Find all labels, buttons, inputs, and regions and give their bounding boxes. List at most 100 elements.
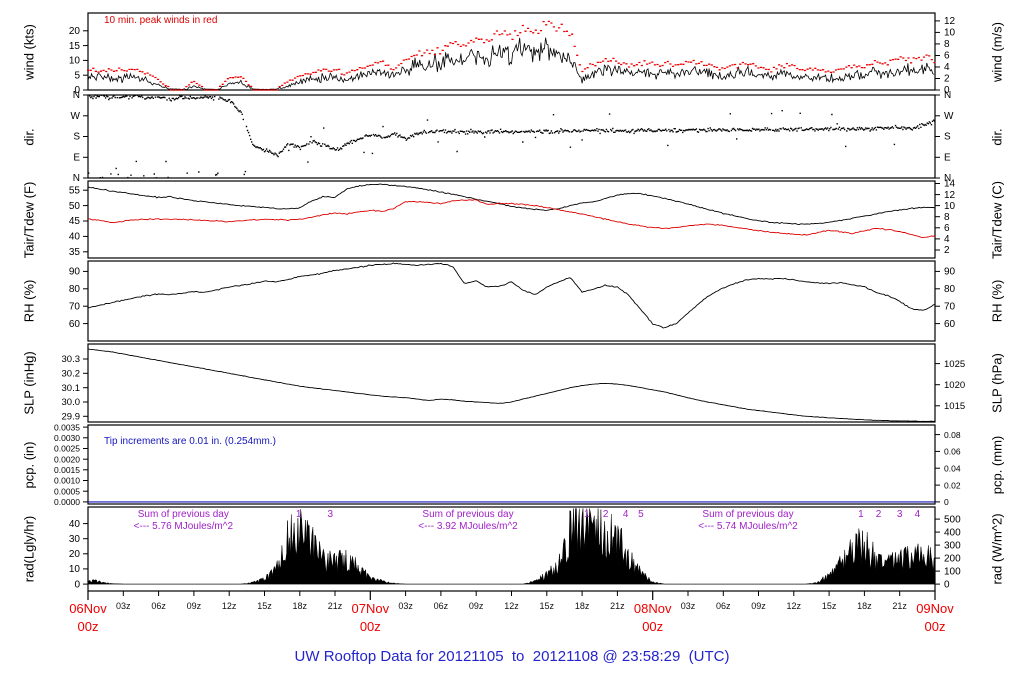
x-hour-label: 06z [433, 601, 449, 611]
tick-label-left-wind: 10 [69, 56, 81, 67]
tick-label-left-pcp: 0.0025 [54, 444, 80, 454]
axis-title-right-dir: dir. [989, 127, 1005, 146]
wind-peak-dots [87, 20, 936, 91]
panel-frame-slp [87, 343, 936, 423]
axis-title-left-rh: RH (%) [21, 279, 37, 323]
tick-label-left-slp: 30.2 [62, 369, 81, 380]
x-hour-label: 21z [610, 601, 625, 611]
tick-label-right-pcp: 0.08 [944, 430, 961, 440]
tick-label-right-temp: 12 [944, 190, 956, 201]
x-hour-label: 21z [892, 601, 907, 611]
tick-label-right-dir: S [944, 132, 951, 143]
chart-canvas: 05101520024681012NESWNNESWN3540455055246… [54, 12, 965, 600]
rad-marker: 3 [896, 509, 903, 520]
x-hour-label: 12z [504, 601, 519, 611]
tick-label-left-rh: 60 [69, 319, 81, 330]
x-day-sublabel: 00z [77, 619, 99, 634]
tick-label-left-temp: 45 [69, 216, 81, 227]
x-day-sublabel: 00z [642, 619, 664, 634]
axis-title-left-temp: Tair/Tdew (F) [21, 181, 37, 258]
tick-label-right-temp: 6 [944, 223, 950, 234]
axis-title-right-temp: Tair/Tdew (C) [989, 180, 1005, 259]
rad-sum-line1: Sum of previous day [702, 509, 794, 520]
x-hour-label: 21z [327, 601, 343, 611]
rad-marker: 1 [295, 509, 302, 520]
axis-title-left-slp: SLP (inHg) [21, 351, 37, 415]
tick-label-left-wind: 5 [74, 70, 80, 81]
tick-label-left-pcp: 0.0020 [54, 454, 80, 464]
tick-label-left-pcp: 0.0005 [54, 486, 80, 496]
tick-label-right-rad: 500 [944, 514, 961, 525]
tick-label-left-slp: 30.3 [62, 354, 81, 365]
x-hour-label: 03z [116, 601, 131, 611]
tick-label-right-pcp: 0.04 [944, 463, 961, 473]
tick-label-left-slp: 29.9 [62, 412, 81, 423]
tick-label-left-rad: 30 [69, 534, 81, 545]
rad-marker: 4 [914, 509, 921, 520]
x-hour-label: 18z [857, 601, 872, 611]
tick-label-left-rad: 10 [69, 564, 81, 575]
tick-label-right-rh: 90 [944, 267, 956, 278]
tick-label-left-wind: 20 [69, 26, 81, 37]
x-hour-label: 18z [292, 601, 308, 611]
tick-label-right-dir: E [944, 153, 951, 164]
rad-marker: 1 [584, 509, 590, 520]
tick-label-right-temp: 2 [944, 245, 950, 256]
x-hour-label: 09z [751, 601, 766, 611]
x-day-sublabel: 00z [359, 619, 381, 634]
tick-label-left-temp: 50 [69, 201, 81, 212]
tick-label-right-rad: 200 [944, 553, 961, 564]
tick-label-left-slp: 30.1 [62, 383, 81, 394]
temp-line-0 [87, 183, 936, 225]
tick-label-left-temp: 55 [69, 185, 81, 196]
x-day-sublabel: 00z [924, 619, 946, 634]
x-hour-label: 15z [257, 601, 272, 611]
rad-marker: 2 [875, 509, 882, 520]
tick-label-right-wind: 10 [944, 28, 956, 39]
tick-label-left-rh: 70 [69, 301, 81, 312]
tick-label-left-wind: 15 [69, 41, 81, 52]
tick-label-right-rh: 80 [944, 284, 956, 295]
tick-label-left-pcp: 0.0015 [54, 465, 80, 475]
tick-label-right-slp: 1025 [944, 359, 965, 370]
rad-sum-note: Sum of previous day <--- 5.74 MJoules/m^2 [698, 509, 797, 533]
axis-title-left-pcp: pcp. (in) [21, 441, 37, 488]
tick-label-right-temp: 10 [944, 201, 956, 212]
x-hour-label: 15z [821, 601, 837, 611]
rad-sum-note: Sum of previous day <--- 5.76 MJoules/m^2 [134, 509, 233, 533]
dir-scatter-dots [88, 94, 936, 179]
tick-label-right-dir: W [944, 111, 954, 122]
wind-avg-trace [87, 37, 935, 91]
tick-label-left-dir: E [73, 153, 80, 164]
tick-label-right-slp: 1020 [944, 380, 965, 391]
slp-line-0 [87, 348, 936, 422]
x-hour-label: 18z [574, 601, 590, 611]
tick-label-right-rh: 60 [944, 319, 956, 330]
tick-label-right-rad: 400 [944, 527, 961, 538]
x-hour-label: 15z [539, 601, 555, 611]
rad-sum-line2: <--- 3.92 MJoules/m^2 [418, 521, 518, 532]
x-hour-label: 09z [468, 601, 484, 611]
rad-sum-line2: <--- 5.74 MJoules/m^2 [698, 521, 798, 532]
x-hour-label: 06z [151, 601, 166, 611]
temp-line-1 [88, 199, 936, 239]
tick-label-right-rad: 100 [944, 566, 961, 577]
tick-label-right-wind: 4 [944, 62, 950, 73]
x-hour-label: 06z [716, 601, 731, 611]
axis-title-left-dir: dir. [21, 127, 37, 146]
tick-label-right-pcp: 0.02 [944, 480, 961, 490]
x-hour-label: 12z [786, 601, 802, 611]
tick-label-right-wind: 2 [944, 74, 950, 85]
tick-label-right-temp: 8 [944, 212, 950, 223]
tick-label-left-slp: 30.0 [62, 397, 81, 408]
tick-label-left-dir: N [73, 90, 80, 101]
axis-title-right-slp: SLP (hPa) [989, 353, 1005, 413]
tick-label-left-temp: 35 [69, 247, 81, 258]
tick-label-right-wind: 6 [944, 51, 950, 62]
rad-sum-line2: <--- 5.76 MJoules/m^2 [133, 521, 234, 532]
axis-title-right-rad: rad (W/m^2) [989, 513, 1005, 585]
tick-label-left-pcp: 0.0030 [54, 433, 80, 443]
uw-rooftop-figure: 0 5 10 15 20 0 2 4 6 8 10 12 N E S W N N E S W N 35 40 45 50 55 2 4 6… [0, 0, 1024, 700]
tick-label-right-slp: 1015 [944, 401, 965, 412]
figure-title: UW Rooftop Data for 20121105 to 20121108… [294, 648, 730, 665]
